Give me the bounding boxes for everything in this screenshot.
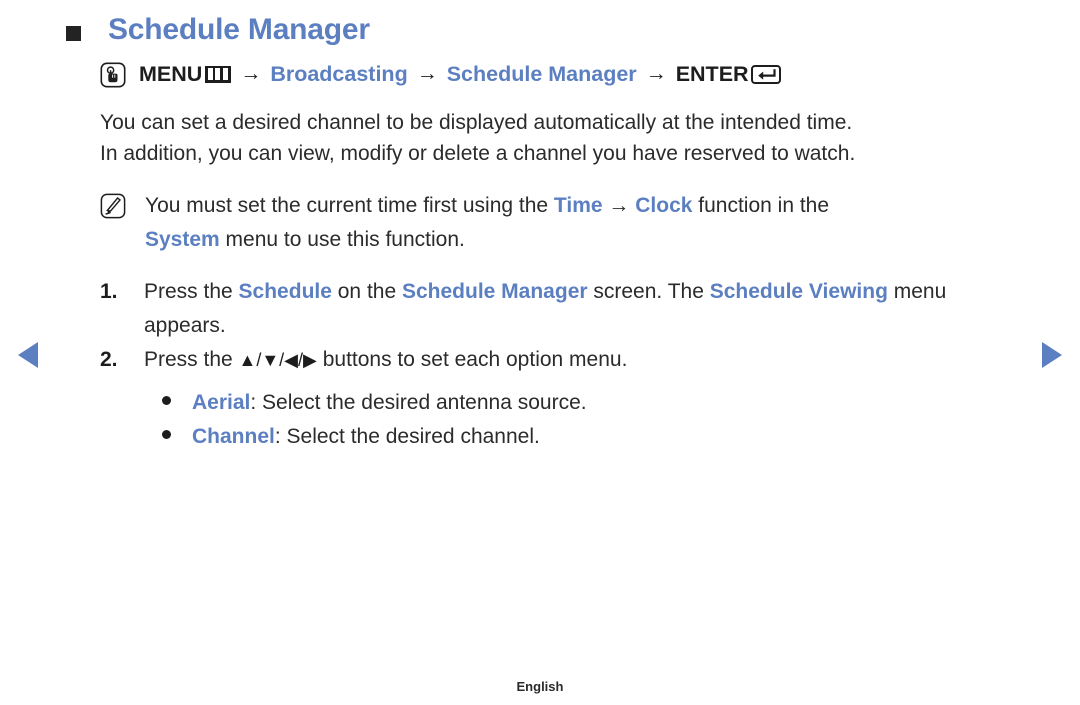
manual-page: Schedule Manager MENU → Broadcasting → S…	[0, 0, 1080, 705]
bullet-dot-icon	[162, 396, 171, 405]
note-block: You must set the current time first usin…	[100, 189, 1030, 257]
path-arrow-1: →	[240, 62, 262, 85]
intro-paragraph: You can set a desired channel to be disp…	[100, 107, 1030, 169]
path-arrow-3: →	[645, 62, 667, 85]
bullet-body-1: Aerial: Select the desired antenna sourc…	[192, 386, 587, 420]
note-term-system: System	[145, 228, 220, 251]
option-list: Aerial: Select the desired antenna sourc…	[162, 386, 1030, 454]
step1-text-a: Press the	[144, 280, 239, 303]
menu-button-label: MENU	[139, 62, 203, 86]
step-item-2: 2. Press the ▲/▼/◀/▶ buttons to set each…	[100, 343, 1030, 377]
menu-path-schedule-manager[interactable]: Schedule Manager	[447, 58, 637, 90]
intro-line-2: In addition, you can view, modify or del…	[100, 142, 856, 165]
enter-button-label: ENTER	[675, 62, 749, 86]
page-title-row: Schedule Manager	[66, 13, 370, 47]
step1-text-c: screen. The	[587, 280, 710, 303]
intro-line-1: You can set a desired channel to be disp…	[100, 111, 853, 134]
section-square-bullet-icon	[66, 25, 81, 41]
step-item-1: 1. Press the Schedule on the Schedule Ma…	[100, 275, 1030, 343]
note-term-time: Time	[553, 194, 603, 217]
step-body-1: Press the Schedule on the Schedule Manag…	[144, 275, 1030, 343]
step-list: 1. Press the Schedule on the Schedule Ma…	[100, 275, 1030, 377]
bullet-text-1: : Select the desired antenna source.	[250, 391, 587, 414]
step-number-2: 2.	[100, 348, 118, 371]
bullet-term-aerial: Aerial	[192, 391, 251, 414]
menu-grid-icon	[205, 65, 232, 83]
list-item: Aerial: Select the desired antenna sourc…	[162, 386, 1030, 420]
step1-term-schedule: Schedule	[238, 280, 332, 303]
step-number-1: 1.	[100, 280, 118, 303]
step1-term-schedule-viewing: Schedule Viewing	[709, 280, 888, 303]
bullet-body-2: Channel: Select the desired channel.	[192, 420, 540, 454]
note-text: You must set the current time first usin…	[145, 189, 829, 257]
previous-page-arrow-icon[interactable]	[18, 342, 38, 368]
note-arrow: →	[608, 194, 630, 217]
note-text-c: menu to use this function.	[219, 228, 465, 251]
enter-return-key-icon	[750, 64, 781, 84]
bullet-dot-icon	[162, 430, 171, 439]
note-text-a: You must set the current time first usin…	[145, 194, 554, 217]
step1-term-schedule-manager: Schedule Manager	[401, 280, 588, 303]
step2-text-b: buttons to set each option menu.	[316, 348, 628, 371]
menu-path: MENU → Broadcasting → Schedule Manager →…	[100, 58, 1030, 90]
page-title: Schedule Manager	[108, 13, 370, 46]
page-content: MENU → Broadcasting → Schedule Manager →…	[100, 58, 1030, 454]
step2-text-a: Press the	[144, 348, 239, 371]
direction-buttons-icon: ▲/▼/◀/▶	[238, 350, 317, 370]
note-term-clock: Clock	[635, 194, 693, 217]
bullet-term-channel: Channel	[192, 425, 275, 448]
next-page-arrow-icon[interactable]	[1042, 342, 1062, 368]
bullet-text-2: : Select the desired channel.	[274, 425, 540, 448]
menu-touch-key-icon	[100, 62, 126, 88]
footer-language: English	[516, 679, 564, 694]
step-body-2: Press the ▲/▼/◀/▶ buttons to set each op…	[144, 343, 1030, 377]
note-pencil-icon	[100, 193, 126, 219]
menu-path-broadcasting[interactable]: Broadcasting	[270, 58, 407, 90]
list-item: Channel: Select the desired channel.	[162, 420, 1030, 454]
step1-text-b: on the	[331, 280, 402, 303]
note-text-b: function in the	[692, 194, 830, 217]
path-arrow-2: →	[416, 62, 438, 85]
